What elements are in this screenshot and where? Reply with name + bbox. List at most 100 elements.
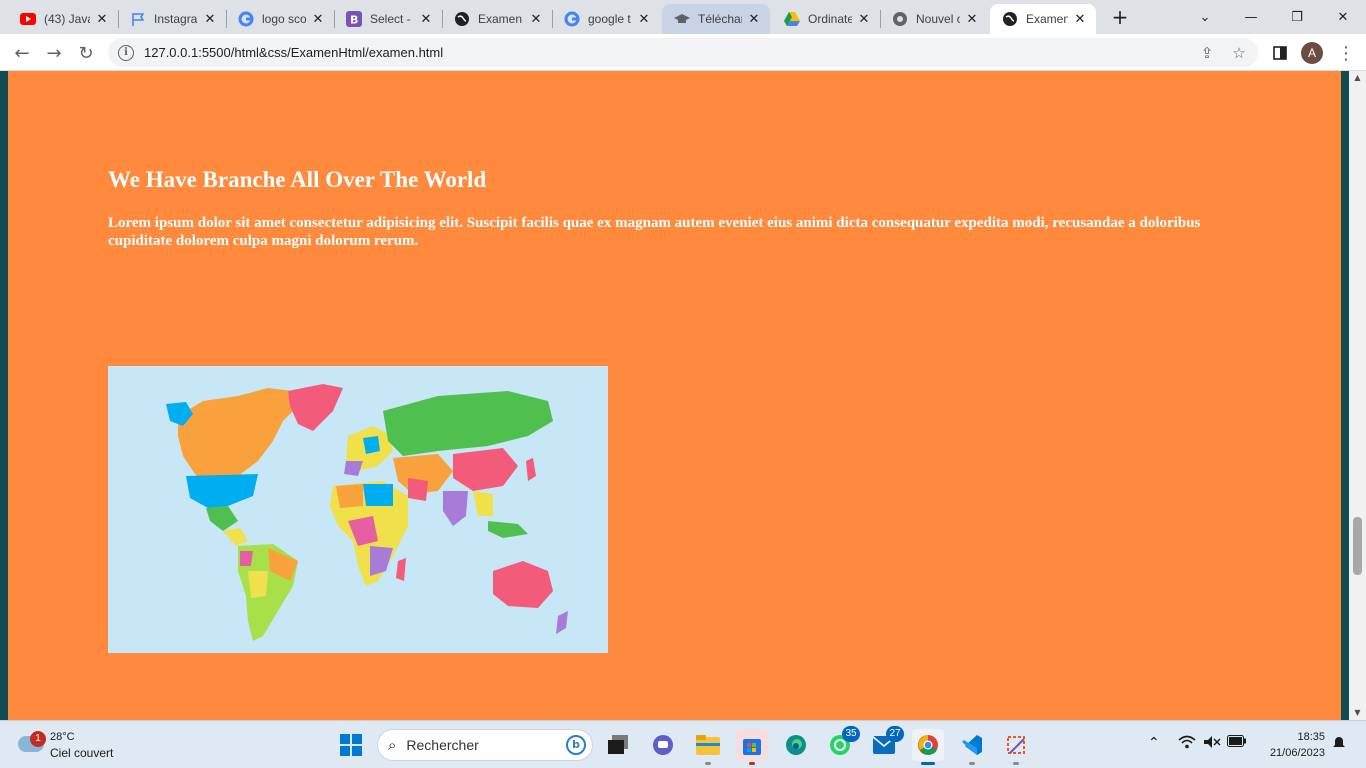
volume-muted-icon[interactable]	[1203, 735, 1221, 753]
new-tab-button[interactable]: +	[1108, 6, 1132, 30]
tab-title: Instagra	[154, 12, 198, 26]
youtube-icon	[20, 11, 36, 27]
close-icon[interactable]: ✕	[528, 11, 544, 27]
browser-tab[interactable]: google t ✕	[552, 4, 660, 34]
clock-time: 18:35	[1297, 731, 1325, 743]
mail-icon[interactable]: 27	[868, 726, 904, 761]
scroll-up-arrow-icon[interactable]: ▲	[1349, 71, 1366, 85]
file-explorer-icon[interactable]	[692, 729, 724, 765]
weather-temperature: 28°C	[50, 731, 75, 743]
close-icon[interactable]: ✕	[746, 11, 762, 27]
browser-toolbar: ← → ↻ i 127.0.0.1:5500/html&css/ExamenHt…	[0, 34, 1366, 71]
page-content: We Have Branche All Over The World Lorem…	[8, 71, 1341, 720]
running-indicator	[705, 762, 711, 765]
restore-button[interactable]: ❐	[1274, 0, 1320, 34]
vscode-icon[interactable]	[956, 729, 988, 765]
site-info-icon[interactable]: i	[118, 44, 134, 61]
world-map-image	[108, 366, 608, 653]
tab-title: Ordinate	[808, 12, 852, 26]
close-icon[interactable]: ✕	[310, 11, 326, 27]
taskbar-search[interactable]: ⌕ Rechercher b	[377, 729, 593, 761]
system-clock[interactable]: 18:35 21/06/2023	[1255, 729, 1325, 761]
browser-tab[interactable]: (43) Java ✕	[8, 4, 118, 34]
tab-search-icon[interactable]: ⌄	[1182, 0, 1228, 34]
profile-avatar[interactable]: A	[1301, 42, 1323, 64]
back-button[interactable]: ←	[8, 39, 36, 67]
close-icon[interactable]: ✕	[418, 11, 434, 27]
running-indicator	[749, 762, 755, 765]
close-icon[interactable]: ✕	[856, 11, 872, 27]
forward-button[interactable]: →	[40, 39, 68, 67]
page-heading: We Have Branche All Over The World	[108, 167, 487, 192]
address-bar[interactable]: i 127.0.0.1:5500/html&css/ExamenHtml/exa…	[108, 38, 1258, 67]
whatsapp-icon[interactable]: 35	[824, 726, 860, 761]
google-drive-icon	[784, 11, 800, 27]
close-icon[interactable]: ✕	[1072, 11, 1088, 27]
close-icon[interactable]: ✕	[964, 11, 980, 27]
browser-tab[interactable]: B Select - E ✕	[334, 4, 442, 34]
browser-tab[interactable]: Téléchar ✕	[662, 4, 770, 34]
tab-title: Examen	[478, 12, 523, 26]
running-indicator	[1013, 762, 1019, 765]
start-button[interactable]	[335, 729, 367, 761]
edge-icon[interactable]	[780, 729, 812, 761]
notifications-icon[interactable]	[1332, 735, 1346, 753]
flag-icon	[130, 11, 146, 27]
share-icon[interactable]: ⇪	[1198, 44, 1216, 62]
tab-title: Select - E	[370, 12, 414, 26]
browser-tab[interactable]: Ordinate ✕	[772, 4, 880, 34]
browser-tab[interactable]: logo sco ✕	[226, 4, 334, 34]
weather-condition: Ciel couvert	[50, 746, 114, 760]
bootstrap-icon: B	[346, 11, 362, 27]
close-icon[interactable]: ✕	[94, 11, 110, 27]
bing-icon[interactable]: b	[566, 735, 586, 755]
svg-text:B: B	[350, 14, 358, 27]
browser-tab[interactable]: Instagra ✕	[118, 4, 226, 34]
scrollbar-thumb[interactable]	[1353, 517, 1362, 575]
microsoft-store-icon[interactable]	[736, 729, 768, 765]
search-placeholder: Rechercher	[406, 737, 479, 753]
google-icon	[238, 11, 254, 27]
snipping-tool-icon[interactable]	[1000, 729, 1032, 765]
reload-button[interactable]: ↻	[72, 39, 100, 67]
teams-chat-icon[interactable]	[647, 729, 679, 761]
notification-badge: 35	[842, 726, 860, 742]
chrome-icon	[892, 11, 908, 27]
side-panel-icon[interactable]	[1266, 39, 1294, 67]
browser-tab[interactable]: Examen ✕	[442, 4, 552, 34]
graduation-cap-icon	[674, 11, 690, 27]
globe-icon	[1002, 11, 1018, 27]
running-indicator	[921, 762, 935, 765]
wifi-icon[interactable]	[1178, 735, 1196, 753]
address-url[interactable]: 127.0.0.1:5500/html&css/ExamenHtml/exame…	[144, 45, 443, 60]
tab-title: Nouvel o	[916, 12, 960, 26]
windows-taskbar: 1 28°C Ciel couvert ⌕ Rechercher b 35 27	[0, 720, 1366, 768]
window-close-button[interactable]: ✕	[1320, 0, 1366, 34]
browser-tab[interactable]: Nouvel o ✕	[880, 4, 988, 34]
menu-kebab-icon[interactable]: ⋮	[1332, 39, 1360, 67]
google-icon	[564, 11, 580, 27]
page-scrollbar[interactable]: ▲ ▼	[1349, 71, 1366, 720]
chevron-up-icon[interactable]: ⌃	[1148, 735, 1160, 751]
chrome-icon[interactable]	[912, 729, 944, 765]
tab-title: google t	[588, 12, 631, 26]
clock-date: 21/06/2023	[1269, 747, 1325, 759]
tab-title: Examen	[1026, 12, 1068, 26]
weather-badge: 1	[30, 731, 46, 747]
scroll-down-arrow-icon[interactable]: ▼	[1349, 706, 1366, 720]
task-view-icon[interactable]	[602, 729, 634, 761]
notification-badge: 27	[886, 726, 904, 742]
browser-tab-active[interactable]: Examen ✕	[990, 4, 1096, 34]
tab-strip: (43) Java ✕ Instagra ✕ logo sco ✕ B Sele…	[0, 0, 1366, 34]
page-viewport: We Have Branche All Over The World Lorem…	[0, 71, 1366, 720]
bookmark-star-icon[interactable]: ☆	[1230, 44, 1248, 62]
close-icon[interactable]: ✕	[202, 11, 218, 27]
globe-icon	[454, 11, 470, 27]
tab-title: (43) Java	[44, 12, 90, 26]
search-icon: ⌕	[388, 736, 397, 754]
battery-icon[interactable]	[1227, 735, 1247, 751]
weather-widget[interactable]: 1 28°C Ciel couvert	[16, 728, 126, 762]
minimize-button[interactable]: —	[1228, 0, 1274, 34]
close-icon[interactable]: ✕	[636, 11, 652, 27]
running-indicator	[969, 762, 975, 765]
